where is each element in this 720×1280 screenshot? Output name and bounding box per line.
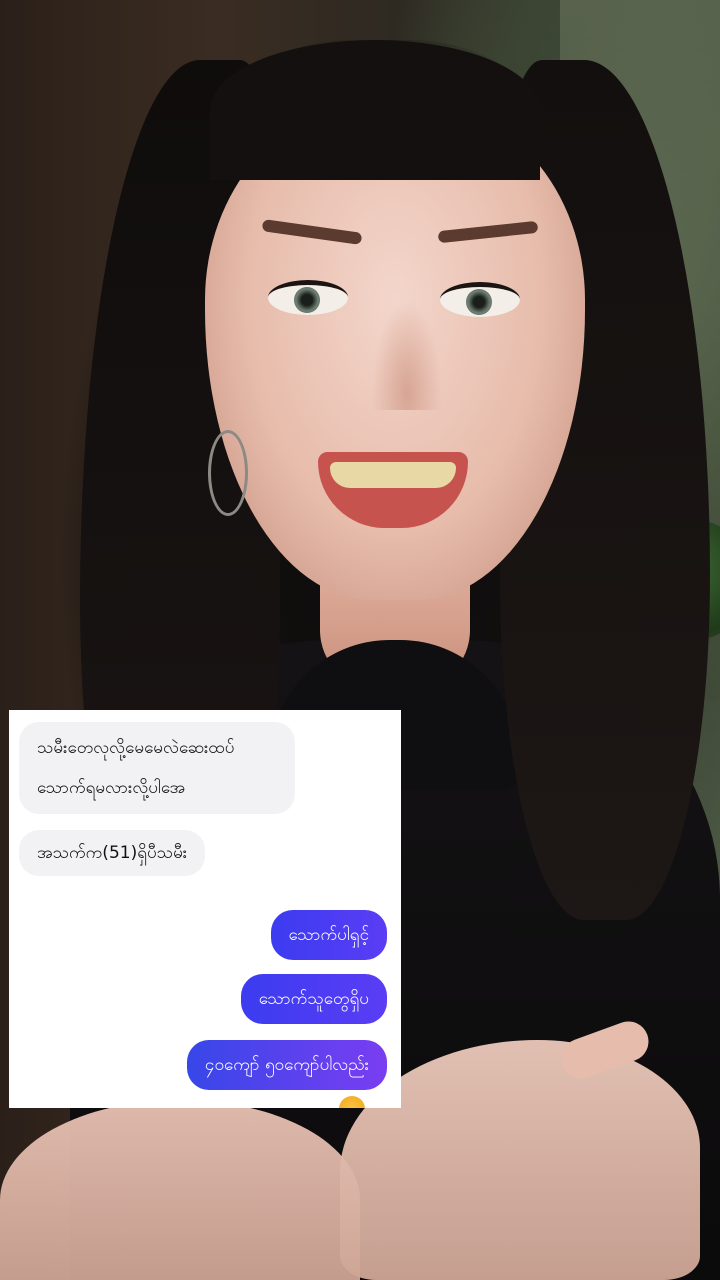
sent-message: သောက်သူတွေရှိပ	[240, 974, 387, 1024]
right-eye	[440, 282, 520, 317]
emoji-reaction-icon	[339, 1096, 365, 1108]
nose	[372, 300, 442, 410]
right-iris	[466, 289, 492, 315]
teeth	[330, 462, 456, 488]
chat-screenshot-overlay: သမီးတေလုလို့မေမေလဲဆေးထပ် သောက်ရမလားလို့ပ…	[9, 710, 401, 1108]
sent-message: ၄၀ကျော် ၅၀ကျော်ပါလည်း	[186, 1040, 387, 1090]
hairline	[210, 40, 540, 180]
received-message: သမီးတေလုလို့မေမေလဲဆေးထပ် သောက်ရမလားလို့ပ…	[19, 722, 295, 814]
hoop-earring	[208, 430, 248, 516]
received-message: အသက်က(51)ရှိပီသမီး	[19, 830, 206, 876]
sent-message: သောက်ပါရှင့်	[270, 910, 387, 960]
left-iris	[294, 287, 320, 313]
left-eye	[268, 280, 348, 315]
